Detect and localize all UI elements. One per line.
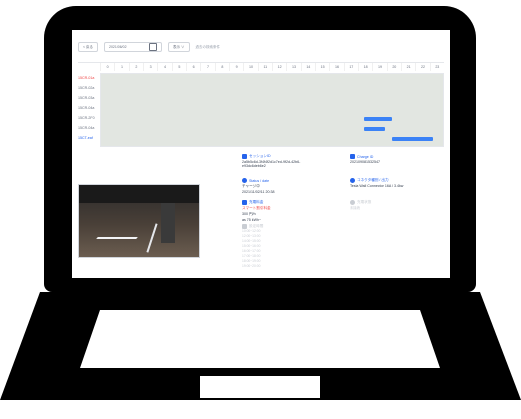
- laptop-base: [0, 292, 521, 400]
